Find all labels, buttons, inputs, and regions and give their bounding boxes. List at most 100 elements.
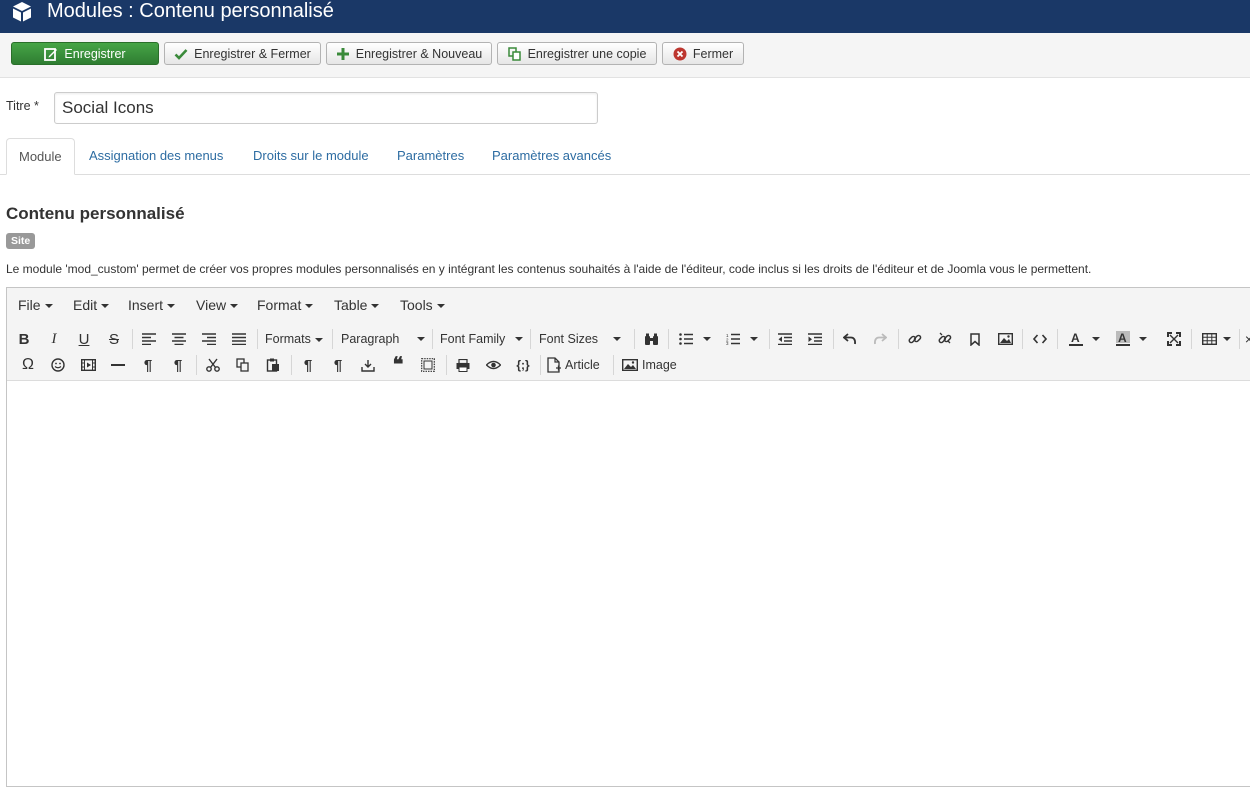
bold-icon[interactable]: B: [13, 328, 35, 350]
italic-icon[interactable]: I: [43, 328, 65, 350]
toolbar-separator: [540, 355, 541, 375]
menu-tools[interactable]: Tools: [400, 288, 445, 322]
toolbar-separator: [196, 355, 197, 375]
tab-module-permissions[interactable]: Droits sur le module: [241, 138, 381, 174]
tab-module[interactable]: Module: [6, 138, 75, 175]
toolbar-separator: [833, 329, 834, 349]
toolbar-separator: [530, 329, 531, 349]
toolbar-separator: [1191, 329, 1192, 349]
copy-icon[interactable]: [232, 354, 254, 376]
insert-template-icon[interactable]: [357, 354, 379, 376]
image-icon[interactable]: [994, 328, 1016, 350]
special-character-icon[interactable]: Ω: [17, 354, 39, 376]
font-family-dropdown[interactable]: Font Family: [440, 328, 523, 350]
rtl-direction-icon[interactable]: ¶: [167, 354, 189, 376]
tab-advanced-parameters[interactable]: Paramètres avancés: [480, 138, 623, 174]
tab-menu-assignment[interactable]: Assignation des menus: [77, 138, 235, 174]
redo-icon[interactable]: [869, 328, 891, 350]
formats-dropdown[interactable]: Formats: [265, 328, 323, 350]
article-label: Article: [565, 358, 600, 372]
visual-aid-icon[interactable]: [417, 354, 439, 376]
table-icon[interactable]: [1198, 328, 1234, 350]
code-icon[interactable]: [1029, 328, 1051, 350]
media-icon[interactable]: [77, 354, 99, 376]
chevron-down-icon: [1139, 337, 1147, 341]
chevron-down-icon: [613, 337, 621, 341]
indent-icon[interactable]: [804, 328, 826, 350]
align-right-icon[interactable]: [198, 328, 220, 350]
outdent-icon[interactable]: [774, 328, 796, 350]
menu-table[interactable]: Table: [334, 288, 380, 322]
save-copy-button[interactable]: Enregistrer une copie: [497, 42, 657, 65]
undo-icon[interactable]: [839, 328, 861, 350]
cube-icon: [13, 2, 31, 22]
print-icon[interactable]: [452, 354, 474, 376]
close-label: Fermer: [692, 46, 734, 61]
strikethrough-icon[interactable]: S: [103, 328, 125, 350]
close-button[interactable]: Fermer: [662, 42, 744, 65]
code-sample-icon[interactable]: {;}: [512, 354, 534, 376]
align-center-icon[interactable]: [168, 328, 190, 350]
chevron-down-icon: [1222, 337, 1231, 341]
save-label: Enregistrer: [64, 46, 126, 61]
unlink-icon[interactable]: [934, 328, 956, 350]
menu-edit[interactable]: Edit: [73, 288, 110, 322]
align-left-icon[interactable]: [138, 328, 160, 350]
chevron-down-icon: [44, 304, 53, 309]
underline-icon[interactable]: U: [73, 328, 95, 350]
align-justify-icon[interactable]: [228, 328, 250, 350]
text-color-icon[interactable]: A: [1064, 328, 1104, 350]
paste-icon[interactable]: [262, 354, 284, 376]
save-button[interactable]: Enregistrer: [11, 42, 159, 65]
menu-file[interactable]: File: [18, 288, 53, 322]
background-color-icon[interactable]: A: [1111, 328, 1151, 350]
menu-format[interactable]: Format: [257, 288, 314, 322]
module-type-heading: Contenu personnalisé: [6, 204, 185, 223]
chevron-down-icon: [1092, 337, 1100, 341]
horizontal-rule-icon[interactable]: [107, 354, 129, 376]
paragraph-dropdown[interactable]: Paragraph: [341, 328, 425, 350]
edit-icon: [44, 47, 58, 61]
ltr-direction-icon[interactable]: ¶: [137, 354, 159, 376]
font-sizes-dropdown[interactable]: Font Sizes: [539, 328, 621, 350]
copy-icon: [507, 46, 521, 61]
more-icon[interactable]: ×: [1243, 328, 1250, 350]
chevron-down-icon: [230, 304, 239, 309]
menu-insert[interactable]: Insert: [128, 288, 176, 322]
link-icon[interactable]: [904, 328, 926, 350]
page-title: Modules : Contenu personnalisé: [47, 0, 334, 22]
fullscreen-icon[interactable]: [1163, 328, 1185, 350]
close-circle-icon: [673, 47, 687, 60]
bookmark-icon[interactable]: [964, 328, 986, 350]
toolbar-separator: [446, 355, 447, 375]
visual-chars-icon[interactable]: ¶: [327, 354, 349, 376]
tab-bar: Module Assignation des menus Droits sur …: [0, 138, 1250, 175]
toolbar-separator: [432, 329, 433, 349]
bullet-list-icon[interactable]: [676, 328, 714, 350]
chevron-down-icon: [436, 304, 445, 309]
binoculars-icon[interactable]: [640, 328, 662, 350]
toolbar-separator: [1057, 329, 1058, 349]
toolbar-separator: [291, 355, 292, 375]
show-blocks-icon[interactable]: ¶: [297, 354, 319, 376]
module-description: Le module 'mod_custom' permet de créer v…: [6, 262, 1092, 276]
save-close-button[interactable]: Enregistrer & Fermer: [164, 42, 321, 65]
image-label: Image: [642, 358, 677, 372]
menu-view[interactable]: View: [196, 288, 239, 322]
rich-text-editor: File Edit Insert View Format Table Tools…: [6, 287, 1250, 787]
image-button[interactable]: Image: [622, 354, 684, 376]
editor-content-area[interactable]: [7, 381, 1250, 786]
emoticon-icon[interactable]: [47, 354, 69, 376]
chevron-down-icon: [703, 337, 711, 341]
chevron-down-icon: [167, 304, 176, 309]
title-input[interactable]: [54, 92, 598, 124]
cut-icon[interactable]: [202, 354, 224, 376]
editor-toolbar: B I U S Formats Paragraph Font Family Fo…: [7, 322, 1250, 381]
tab-parameters[interactable]: Paramètres: [385, 138, 476, 174]
preview-icon[interactable]: [482, 354, 504, 376]
save-new-button[interactable]: Enregistrer & Nouveau: [326, 42, 492, 65]
svg-text:A: A: [1071, 331, 1080, 345]
numbered-list-icon[interactable]: 123: [723, 328, 761, 350]
article-button[interactable]: Article: [547, 354, 605, 376]
blockquote-icon[interactable]: ❝: [387, 354, 409, 376]
